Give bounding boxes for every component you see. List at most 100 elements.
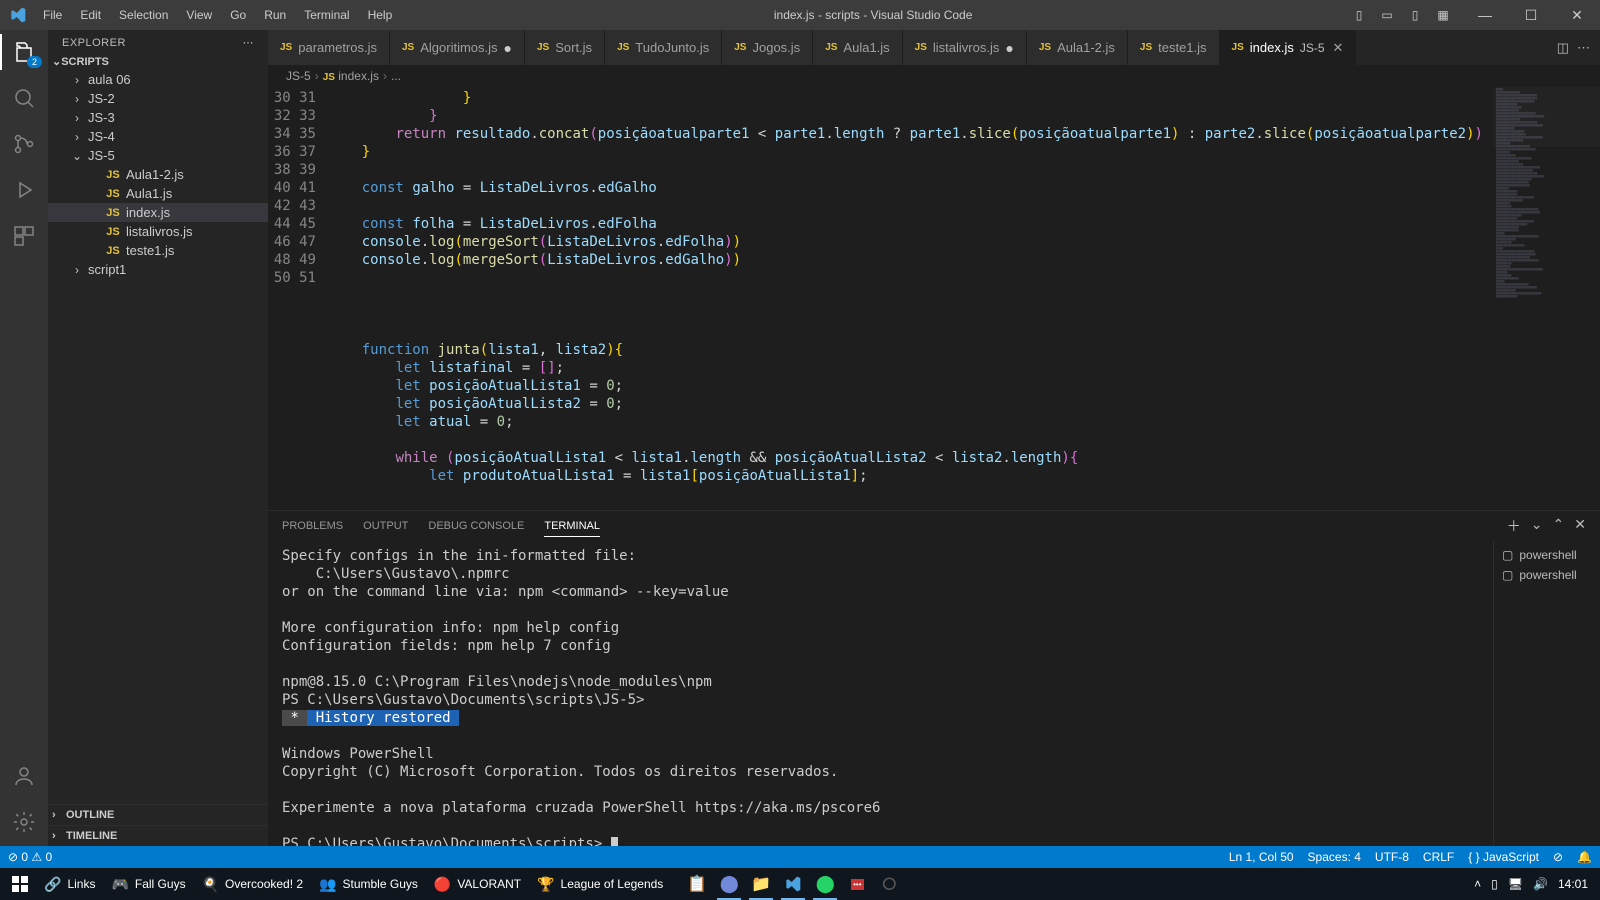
more-icon[interactable]: ⋯	[243, 36, 255, 49]
taskbar-app[interactable]: ⭘	[873, 868, 905, 900]
tray-chevron-icon[interactable]: ˄	[1474, 877, 1481, 891]
folder-item[interactable]: ›JS-4	[48, 127, 268, 146]
source-control-icon[interactable]	[10, 130, 38, 158]
maximize-panel-icon[interactable]: ⌃	[1553, 512, 1565, 540]
editor-tab[interactable]: JSindex.jsJS-5✕	[1220, 30, 1357, 65]
menu-item[interactable]: Edit	[72, 4, 109, 26]
taskbar-pin[interactable]: 🏆League of Legends	[529, 868, 671, 900]
new-terminal-icon[interactable]: ＋	[1507, 512, 1521, 540]
status-item[interactable]: { } JavaScript	[1468, 850, 1539, 864]
menu-item[interactable]: Selection	[111, 4, 176, 26]
taskbar-app-vscode[interactable]	[777, 868, 809, 900]
file-item[interactable]: JSlistalivros.js	[48, 222, 268, 241]
menu-item[interactable]: Go	[222, 4, 254, 26]
tray-clock[interactable]: 14:01	[1558, 877, 1588, 891]
tray-network-icon[interactable]: ▯	[1491, 877, 1498, 891]
settings-icon[interactable]	[10, 808, 38, 836]
code-editor[interactable]: 30 31 32 33 34 35 36 37 38 39 40 41 42 4…	[268, 87, 1494, 510]
layout-grid-icon[interactable]: ▦	[1430, 0, 1456, 30]
breadcrumb-item[interactable]: JS index.js	[323, 69, 379, 83]
menu-item[interactable]: Help	[360, 4, 401, 26]
status-item[interactable]: ⊘	[1553, 850, 1563, 864]
folder-item[interactable]: ›JS-3	[48, 108, 268, 127]
editor-tab[interactable]: JSAula1.js	[813, 30, 902, 65]
minimize-button[interactable]: ―	[1462, 0, 1508, 30]
file-item[interactable]: JSAula1-2.js	[48, 165, 268, 184]
menu-item[interactable]: Terminal	[296, 4, 357, 26]
maximize-button[interactable]: ☐	[1508, 0, 1554, 30]
explorer-badge: 2	[27, 56, 42, 68]
terminal-dropdown-icon[interactable]: ⌄	[1531, 512, 1543, 540]
system-tray[interactable]: ˄ ▯ 🖥 🔊 14:01	[1474, 877, 1596, 891]
panel-right-icon[interactable]: ▯	[1402, 0, 1428, 30]
outline-section[interactable]: ›OUTLINE	[48, 804, 268, 825]
tray-volume-icon[interactable]: 🔊	[1533, 877, 1548, 891]
editor-tab[interactable]: JSTudoJunto.js	[605, 30, 722, 65]
editor-tab[interactable]: JSAlgoritimos.js●	[390, 30, 525, 65]
taskbar-app-discord[interactable]: ⬤	[713, 868, 745, 900]
line-gutter: 30 31 32 33 34 35 36 37 38 39 40 41 42 4…	[268, 87, 328, 510]
panel-tab[interactable]: PROBLEMS	[282, 516, 343, 536]
timeline-section[interactable]: ›TIMELINE	[48, 825, 268, 846]
editor-tab[interactable]: JSSort.js	[525, 30, 605, 65]
taskbar-app[interactable]: 📋	[681, 868, 713, 900]
taskbar-pin[interactable]: 🎮Fall Guys	[103, 868, 193, 900]
folder-item[interactable]: ›JS-2	[48, 89, 268, 108]
folder-item[interactable]: ›aula 06	[48, 70, 268, 89]
taskbar-pin[interactable]: 🔴VALORANT	[426, 868, 529, 900]
menu-item[interactable]: Run	[256, 4, 294, 26]
panel-left-icon[interactable]: ▯	[1346, 0, 1372, 30]
start-button[interactable]	[4, 868, 36, 900]
editor-tab[interactable]: JSparametros.js	[268, 30, 390, 65]
editor-tab[interactable]: JSteste1.js	[1128, 30, 1220, 65]
status-item[interactable]: 🔔	[1577, 850, 1592, 864]
taskbar-pin[interactable]: 🔗Links	[36, 868, 103, 900]
status-item[interactable]: Spaces: 4	[1308, 850, 1361, 864]
extensions-icon[interactable]	[10, 222, 38, 250]
file-item[interactable]: JSteste1.js	[48, 241, 268, 260]
folder-item[interactable]: ⌄JS-5	[48, 146, 268, 165]
status-item[interactable]: UTF-8	[1375, 850, 1409, 864]
split-editor-icon[interactable]: ◫	[1557, 40, 1569, 56]
taskbar-app-explorer[interactable]: 📁	[745, 868, 777, 900]
close-tab-icon[interactable]: ✕	[1333, 40, 1344, 56]
status-item[interactable]: Ln 1, Col 50	[1229, 850, 1294, 864]
folder-item[interactable]: ›script1	[48, 260, 268, 279]
close-button[interactable]: ✕	[1554, 0, 1600, 30]
panel-tab[interactable]: DEBUG CONSOLE	[428, 516, 524, 536]
workspace-header[interactable]: ⌄SCRIPTS	[48, 53, 268, 70]
minimap[interactable]: █████ █████████████████ ████████████████…	[1494, 87, 1600, 510]
menu-bar: FileEditSelectionViewGoRunTerminalHelp	[35, 4, 400, 26]
status-item[interactable]: CRLF	[1423, 850, 1454, 864]
terminal[interactable]: Specify configs in the ini-formatted fil…	[268, 541, 1493, 846]
code-content[interactable]: } } return resultado.concat(posiçãoatual…	[328, 87, 1494, 510]
file-item[interactable]: JSAula1.js	[48, 184, 268, 203]
windows-taskbar: 🔗Links🎮Fall Guys🍳Overcooked! 2👥Stumble G…	[0, 868, 1600, 900]
editor-tab[interactable]: JSJogos.js	[722, 30, 813, 65]
panel-tab[interactable]: TERMINAL	[544, 516, 600, 537]
menu-item[interactable]: File	[35, 4, 70, 26]
more-actions-icon[interactable]: ⋯	[1577, 40, 1590, 56]
debug-icon[interactable]	[10, 176, 38, 204]
file-item[interactable]: JSindex.js	[48, 203, 268, 222]
taskbar-pin[interactable]: 👥Stumble Guys	[311, 868, 426, 900]
editor-tab[interactable]: JSAula1-2.js	[1027, 30, 1128, 65]
taskbar-pin[interactable]: 🍳Overcooked! 2	[194, 868, 311, 900]
breadcrumb-item[interactable]: ...	[391, 69, 401, 83]
editor-tab[interactable]: JSlistalivros.js●	[903, 30, 1027, 65]
close-panel-icon[interactable]: ✕	[1574, 512, 1586, 540]
panel-tab[interactable]: OUTPUT	[363, 516, 408, 536]
explorer-icon[interactable]: 2	[10, 38, 38, 66]
breadcrumb-item[interactable]: JS-5	[286, 69, 311, 83]
terminal-entry[interactable]: ▢powershell	[1494, 545, 1600, 565]
taskbar-app-whatsapp[interactable]: ⬤	[809, 868, 841, 900]
tray-lang-icon[interactable]: 🖥	[1508, 877, 1523, 891]
menu-item[interactable]: View	[178, 4, 220, 26]
search-icon[interactable]	[10, 84, 38, 112]
taskbar-app[interactable]: •••	[841, 868, 873, 900]
status-errors[interactable]: ⊘ 0 ⚠ 0	[8, 850, 52, 864]
breadcrumbs[interactable]: JS-5›JS index.js›...	[268, 65, 1600, 87]
panel-bottom-icon[interactable]: ▭	[1374, 0, 1400, 30]
account-icon[interactable]	[10, 762, 38, 790]
terminal-entry[interactable]: ▢powershell	[1494, 565, 1600, 585]
